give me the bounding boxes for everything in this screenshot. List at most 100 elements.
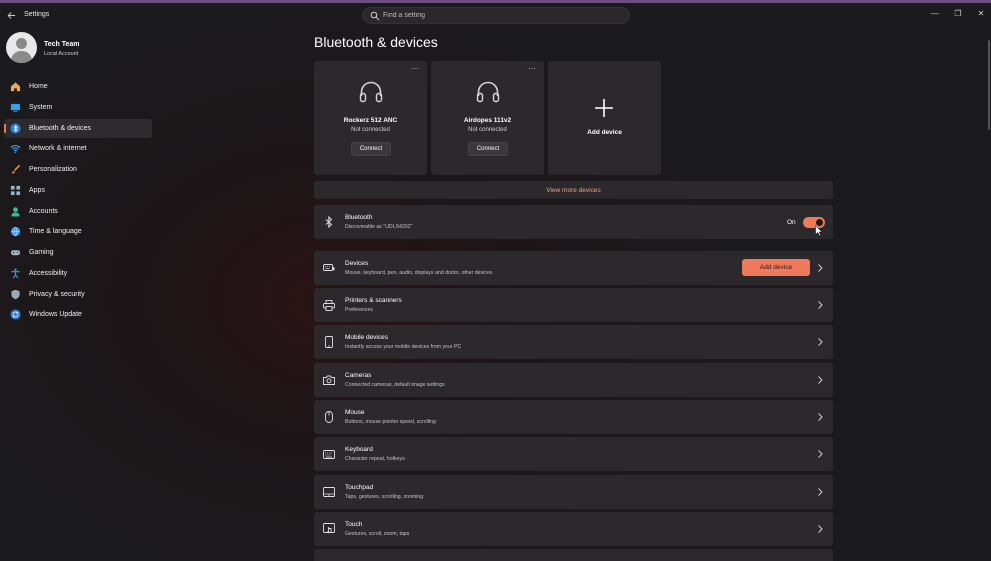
chevron-right-icon [818,301,823,309]
add-device-card[interactable]: Add device [548,61,661,175]
brush-icon [10,164,21,175]
shield-icon [10,289,21,300]
apps-icon [10,185,21,196]
touchpad-row[interactable]: Touchpad Taps, gestures, scrolling, zoom… [314,475,833,509]
search-box[interactable] [362,7,630,24]
more-options-button[interactable]: ··· [411,64,419,73]
mouse-icon [323,411,335,423]
toggle-state-label: On [787,219,796,226]
sidebar-item-privacy[interactable]: Privacy & security [4,285,152,304]
sidebar-item-label: Accounts [29,207,58,215]
sidebar-item-accounts[interactable]: Accounts [4,202,152,221]
mouse-row[interactable]: Mouse Buttons, mouse pointer speed, scro… [314,400,833,434]
sidebar-item-label: Gaming [29,249,54,256]
printer-icon [323,299,335,311]
app-title: Settings [24,11,50,18]
connect-button[interactable]: Connect [351,142,391,156]
wifi-icon [10,143,21,154]
row-title: Touch [345,521,363,528]
person-icon [10,206,21,217]
search-icon [370,11,380,21]
chevron-right-icon [818,376,823,384]
row-subtitle: Discoverable as "UDLS4202" [345,224,413,230]
chevron-right-icon [818,525,823,533]
device-card[interactable]: ··· Airdopes 111v2 Not connected Connect [431,61,544,175]
search-input[interactable] [383,9,623,22]
sidebar-item-gaming[interactable]: Gaming [4,243,152,262]
connect-button[interactable]: Connect [468,142,508,156]
partially-visible-row[interactable] [314,549,833,561]
row-title: Mobile devices [345,334,388,341]
sidebar-item-label: Windows Update [29,311,82,319]
device-card[interactable]: ··· Rockerz 512 ANC Not connected Connec… [314,61,427,175]
add-device-label: Add device [587,129,622,136]
row-subtitle: Buttons, mouse pointer speed, scrolling [345,419,436,425]
sidebar-item-apps[interactable]: Apps [4,181,152,200]
sidebar-item-label: Bluetooth & devices [29,124,91,132]
sidebar-item-label: Time & language [29,228,82,236]
minimize-button[interactable]: — [928,7,942,19]
chevron-right-icon [818,450,823,458]
update-icon [10,309,21,320]
close-button[interactable]: ✕ [974,7,988,19]
sidebar-item-label: Personalization [29,166,77,173]
device-name: Rockerz 512 ANC [343,117,398,124]
touchpad-icon [323,486,335,498]
headphones-icon [476,81,500,103]
plus-icon [595,99,613,117]
devices-row[interactable]: Devices Mouse, keyboard, pen, audio, dis… [314,251,833,285]
row-title: Printers & scanners [345,297,402,304]
sidebar-item-label: System [29,103,53,111]
sidebar-item-network[interactable]: Network & internet [4,139,152,158]
phone-icon [323,336,335,348]
chevron-right-icon [818,264,823,272]
mouse-cursor-icon [815,225,823,236]
scrollbar[interactable] [988,40,990,130]
row-subtitle: Mouse, keyboard, pen, audio, displays an… [345,270,493,276]
more-options-button[interactable]: ··· [528,64,536,73]
row-subtitle: Preferences [345,307,373,313]
sidebar-item-accessibility[interactable]: Accessibility [4,264,152,283]
keyboard-mouse-icon [323,262,335,274]
row-subtitle: Taps, gestures, scrolling, zooming [345,494,424,500]
row-subtitle: Character repeat, hotkeys [345,456,405,462]
home-icon [10,81,21,92]
sidebar-item-time-language[interactable]: Time & language [4,222,152,241]
bluetooth-row: Bluetooth Discoverable as "UDLS4202" On [314,205,833,239]
headphones-icon [359,81,383,103]
sidebar-item-label: Apps [29,186,45,194]
row-subtitle: Connected cameras, default image setting… [345,382,445,388]
page-title: Bluetooth & devices [314,34,438,50]
sidebar-item-label: Home [29,83,48,90]
mobile-devices-row[interactable]: Mobile devices Instantly access your mob… [314,325,833,359]
keyboard-icon [323,448,335,460]
touch-row[interactable]: Touch Gestures, scroll, zoom, taps [314,512,833,546]
row-title: Keyboard [345,446,373,453]
row-title: Touchpad [345,484,374,491]
maximize-button[interactable]: ❐ [951,7,965,19]
sidebar-item-personalization[interactable]: Personalization [4,160,152,179]
system-icon [10,102,21,113]
view-more-devices-link[interactable]: View more devices [314,181,833,199]
cameras-row[interactable]: Cameras Connected cameras, default image… [314,363,833,397]
sidebar-nav: Home System Bluetooth & devices Network … [4,77,152,326]
back-button[interactable] [5,9,17,21]
keyboard-row[interactable]: Keyboard Character repeat, hotkeys [314,437,833,471]
avatar [6,32,37,63]
accessibility-icon [10,268,21,279]
camera-icon [323,374,335,386]
bluetooth-icon [323,216,335,228]
back-arrow-icon [7,11,15,19]
printers-scanners-row[interactable]: Printers & scanners Preferences [314,288,833,322]
profile-account-type: Local Account [44,51,79,57]
sidebar-item-system[interactable]: System [4,98,152,117]
add-device-button[interactable]: Add device [742,259,810,276]
sidebar-item-bluetooth[interactable]: Bluetooth & devices [4,118,152,138]
row-title: Bluetooth [345,214,373,221]
sidebar-item-windows-update[interactable]: Windows Update [4,305,152,324]
chevron-right-icon [818,413,823,421]
row-title: Cameras [345,372,372,379]
device-status: Not connected [351,127,390,133]
sidebar-item-home[interactable]: Home [4,77,152,96]
user-profile[interactable]: Tech Team Local Account [6,32,156,64]
